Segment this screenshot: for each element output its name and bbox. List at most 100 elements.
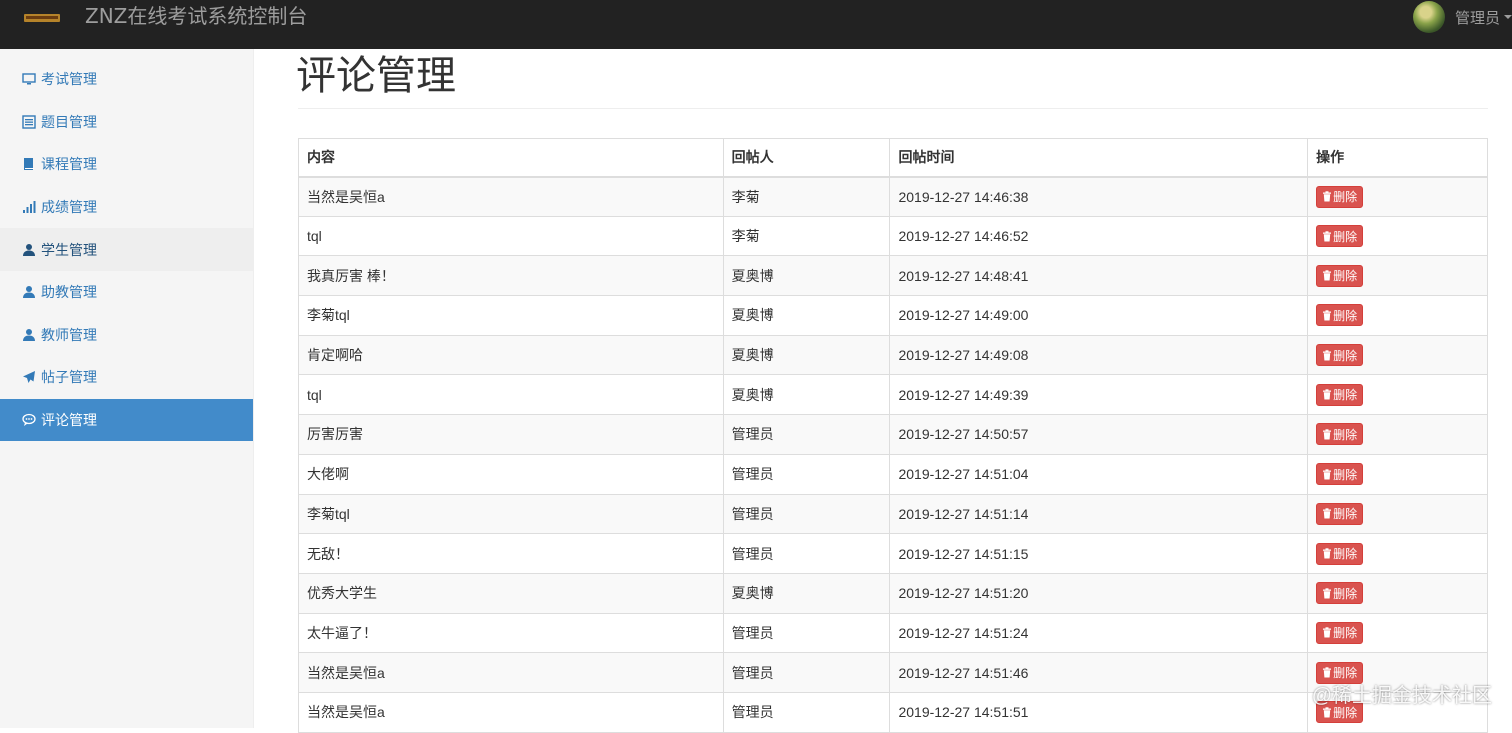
cell-author: 夏奥博 (722, 572, 891, 614)
cell-content: tql (298, 374, 724, 416)
cell-content: 我真厉害 棒！ (298, 255, 724, 297)
trash-icon (1322, 548, 1332, 559)
table-row: 厉害厉害 管理员 2019-12-27 14:50:57 删除 (298, 414, 1488, 455)
delete-button[interactable]: 删除 (1316, 225, 1364, 248)
header-time: 回帖时间 (889, 138, 1309, 178)
cell-author: 管理员 (722, 493, 891, 535)
cell-content: 李菊tql (298, 295, 724, 336)
cell-operation: 删除 (1307, 295, 1488, 336)
delete-button[interactable]: 删除 (1316, 264, 1364, 287)
cell-content: 当然是吴恒a (298, 652, 724, 693)
sidebar-item-0[interactable]: 考试管理 (0, 58, 253, 101)
sidebar-item-label: 考试管理 (41, 71, 97, 88)
caret-down-icon[interactable] (1504, 15, 1512, 19)
delete-button[interactable]: 删除 (1316, 423, 1364, 446)
table-body: 当然是吴恒a 李菊 2019-12-27 14:46:38 删除 tql 李菊 2019-1… (298, 176, 1488, 733)
cell-operation: 删除 (1307, 255, 1488, 297)
user-icon (22, 328, 36, 342)
sidebar-item-8[interactable]: 评论管理 (0, 398, 253, 442)
delete-button[interactable]: 删除 (1316, 185, 1364, 208)
sidebar-item-3[interactable]: 成绩管理 (0, 186, 253, 229)
sidebar-item-1[interactable]: 题目管理 (0, 101, 253, 144)
signal-icon (22, 200, 36, 214)
sidebar-item-label: 成绩管理 (41, 199, 97, 216)
delete-label: 删除 (1333, 308, 1358, 323)
cell-author: 管理员 (722, 453, 891, 495)
cell-author: 李菊 (722, 215, 891, 257)
cell-content: 当然是吴恒a (298, 691, 724, 733)
delete-button[interactable]: 删除 (1316, 582, 1364, 605)
cell-author: 夏奥博 (722, 295, 891, 336)
cell-time: 2019-12-27 14:48:41 (889, 255, 1309, 297)
comment-icon (22, 413, 36, 427)
cell-time: 2019-12-27 14:51:24 (889, 612, 1309, 654)
delete-button[interactable]: 删除 (1316, 383, 1364, 406)
trash-icon (1322, 310, 1332, 321)
main-content: 评论管理 内容 回帖人 回帖时间 操作 当然是吴恒a 李菊 2019-12-27 1… (296, 49, 1488, 733)
cell-operation: 删除 (1307, 414, 1488, 455)
cell-author: 夏奥博 (722, 374, 891, 416)
table-row: 优秀大学生 夏奥博 2019-12-27 14:51:20 删除 (298, 572, 1488, 614)
user-menu[interactable]: 管理员 (1412, 0, 1512, 34)
user-name[interactable]: 管理员 (1455, 7, 1500, 28)
trash-icon (1322, 468, 1332, 480)
sidebar: 考试管理题目管理 课程管理成绩管理学生管理助教管理教师管理帖子管理评论管理 (0, 49, 254, 728)
delete-label: 删除 (1333, 388, 1358, 403)
sidebar-item-label: 助教管理 (41, 284, 97, 301)
page-header: 评论管理 (296, 49, 1488, 109)
delete-label: 删除 (1333, 190, 1358, 205)
cell-author: 管理员 (722, 414, 891, 455)
cell-content: tql (298, 215, 724, 257)
cell-content: 大佬啊 (298, 453, 724, 495)
table-row: 当然是吴恒a 管理员 2019-12-27 14:51:51 删除 (298, 691, 1488, 733)
delete-button[interactable]: 删除 (1316, 304, 1364, 327)
sidebar-item-7[interactable]: 帖子管理 (0, 356, 253, 399)
table-row: 我真厉害 棒！ 夏奥博 2019-12-27 14:48:41 删除 (298, 255, 1488, 297)
sidebar-item-2[interactable]: 课程管理 (0, 143, 253, 186)
table-row: tql 夏奥博 2019-12-27 14:49:39 删除 (298, 374, 1488, 416)
delete-button[interactable]: 删除 (1316, 344, 1364, 367)
trash-icon (1322, 349, 1332, 361)
sidebar-item-label: 评论管理 (41, 412, 97, 429)
delete-button[interactable]: 删除 (1316, 502, 1364, 525)
sidebar-item-5[interactable]: 助教管理 (0, 271, 253, 314)
trash-icon (1322, 707, 1332, 718)
trash-icon (1322, 270, 1332, 281)
delete-label: 删除 (1333, 586, 1358, 601)
comments-table: 内容 回帖人 回帖时间 操作 当然是吴恒a 李菊 2019-12-27 14:46:… (298, 138, 1488, 733)
monitor-icon (22, 72, 36, 86)
trash-icon (1322, 627, 1332, 638)
delete-label: 删除 (1333, 507, 1358, 522)
sidebar-nav: 考试管理题目管理 课程管理成绩管理学生管理助教管理教师管理帖子管理评论管理 (0, 49, 253, 442)
cell-operation: 删除 (1307, 334, 1488, 376)
trash-icon (1322, 429, 1332, 440)
avatar[interactable] (1412, 1, 1445, 33)
header-author: 回帖人 (722, 138, 891, 178)
send-icon (22, 370, 36, 384)
app-title[interactable]: ZNZ在线考试系统控制台 (85, 4, 307, 28)
table-row: 当然是吴恒a 李菊 2019-12-27 14:46:38 删除 (298, 176, 1488, 217)
cell-operation: 删除 (1307, 215, 1488, 257)
cell-operation: 删除 (1307, 374, 1488, 416)
brand-logo[interactable] (24, 8, 60, 26)
sidebar-item-4[interactable]: 学生管理 (0, 228, 253, 271)
delete-button[interactable]: 删除 (1316, 621, 1364, 644)
table-row: 李菊tql 夏奥博 2019-12-27 14:49:00 删除 (298, 295, 1488, 336)
cell-content: 当然是吴恒a (298, 176, 724, 217)
table-header-row: 内容 回帖人 回帖时间 操作 (298, 138, 1488, 178)
delete-button[interactable]: 删除 (1316, 542, 1364, 565)
cell-time: 2019-12-27 14:49:00 (889, 295, 1309, 336)
sidebar-item-label: 帖子管理 (41, 369, 97, 386)
sidebar-item-6[interactable]: 教师管理 (0, 314, 253, 357)
header-content: 内容 (298, 138, 724, 178)
user-icon (22, 243, 36, 257)
cell-time: 2019-12-27 14:51:04 (889, 453, 1309, 495)
cell-operation: 删除 (1307, 612, 1488, 654)
cell-content: 李菊tql (298, 493, 724, 535)
delete-label: 删除 (1333, 348, 1358, 363)
delete-button[interactable]: 删除 (1316, 463, 1364, 486)
top-navbar: ZNZ在线考试系统控制台 管理员 (0, 0, 1512, 49)
delete-label: 删除 (1333, 229, 1358, 244)
table-row: 无敌！ 管理员 2019-12-27 14:51:15 删除 (298, 533, 1488, 574)
cell-time: 2019-12-27 14:50:57 (889, 414, 1309, 455)
